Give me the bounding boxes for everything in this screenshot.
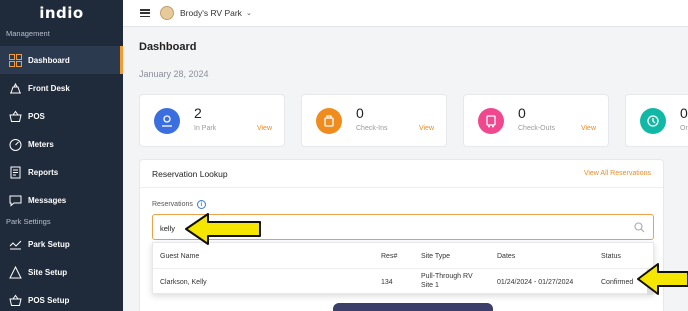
chevron-down-icon[interactable]: ⌄ <box>246 9 252 17</box>
annotation-arrow-left <box>185 213 261 245</box>
sidebar-item-label: Front Desk <box>28 83 70 93</box>
site-setup-icon <box>8 265 22 279</box>
dashboard-icon <box>8 53 22 67</box>
stat-card-check-outs: 0 Check-Outs View <box>463 94 609 147</box>
sidebar-item-label: Site Setup <box>28 267 68 277</box>
in-park-icon <box>154 108 180 134</box>
sidebar-item-label: POS <box>28 111 45 121</box>
result-row[interactable]: Clarkson, Kelly 134 Pull-Through RV Site… <box>153 269 653 295</box>
meter-icon <box>8 137 22 151</box>
sidebar-item-park-setup[interactable]: Park Setup <box>0 230 123 258</box>
dates-cell: 01/24/2024 - 01/27/2024 <box>497 278 574 286</box>
sidebar-item-label: Park Setup <box>28 239 70 249</box>
on-site-icon <box>640 108 666 134</box>
reports-icon <box>8 165 22 179</box>
sidebar-item-label: Messages <box>28 195 67 205</box>
front-desk-icon <box>8 81 22 95</box>
column-header-res-number: Res# <box>381 252 398 260</box>
res-number-cell: 134 <box>381 278 393 286</box>
stat-view-link[interactable]: View <box>581 125 596 132</box>
page-title: Dashboard <box>139 41 197 53</box>
stat-label: In Park <box>194 125 217 132</box>
column-header-site-type: Site Type <box>421 252 451 260</box>
stat-value: 0 <box>680 105 688 121</box>
search-icon[interactable] <box>634 222 645 233</box>
stat-card-in-park: 2 In Park View <box>139 94 285 147</box>
view-all-reservations-link[interactable]: View All Reservations <box>584 170 651 177</box>
logo-text: indio <box>39 4 84 22</box>
sidebar-item-front-desk[interactable]: Front Desk <box>0 74 123 102</box>
annotation-arrow-right <box>637 263 688 295</box>
stat-label: Check-Ins <box>356 125 388 132</box>
site-type-cell: Pull-Through RV Site 1 <box>421 269 473 295</box>
section-management-label: Management <box>6 29 50 38</box>
sidebar-item-reports[interactable]: Reports <box>0 158 123 186</box>
hamburger-menu-icon[interactable] <box>140 9 150 17</box>
sidebar-item-pos[interactable]: POS <box>0 102 123 130</box>
park-selector[interactable]: Brody's RV Park <box>180 8 242 18</box>
park-avatar <box>160 6 174 20</box>
sidebar-item-meters[interactable]: Meters <box>0 130 123 158</box>
sidebar-item-label: Reports <box>28 167 59 177</box>
check-out-icon <box>478 108 504 134</box>
stat-card-on-site: 0 Or <box>625 94 688 147</box>
pos-setup-icon <box>8 293 22 307</box>
sidebar-item-label: Dashboard <box>28 55 70 65</box>
current-date: January 28, 2024 <box>139 69 209 79</box>
sidebar: indio Management Dashboard Front Desk PO… <box>0 0 123 311</box>
sidebar-item-label: POS Setup <box>28 295 70 305</box>
card-header: Reservation Lookup View All Reservations <box>140 160 663 188</box>
basket-icon <box>8 109 22 123</box>
sidebar-item-site-setup[interactable]: Site Setup <box>0 258 123 286</box>
column-header-dates: Dates <box>497 252 516 260</box>
main-content: Dashboard January 28, 2024 2 In Park Vie… <box>123 27 688 311</box>
sidebar-item-pos-setup[interactable]: POS Setup <box>0 286 123 311</box>
park-setup-icon <box>8 237 22 251</box>
stat-value: 2 <box>194 105 202 121</box>
section-park-settings-label: Park Settings <box>6 217 51 226</box>
sidebar-item-dashboard[interactable]: Dashboard <box>0 46 123 74</box>
sidebar-item-label: Meters <box>28 139 54 149</box>
sidebar-item-messages[interactable]: Messages <box>0 186 123 214</box>
card-title: Reservation Lookup <box>152 168 228 179</box>
status-cell: Confirmed <box>601 278 634 286</box>
stat-label: Check-Outs <box>518 125 555 132</box>
stat-card-check-ins: 0 Check-Ins View <box>301 94 447 147</box>
message-icon <box>8 193 22 207</box>
site-type-line: Pull-Through RV <box>421 273 473 281</box>
column-header-guest-name: Guest Name <box>160 252 200 260</box>
stat-label: Or <box>680 125 688 132</box>
reservations-label: Reservations i <box>152 200 206 209</box>
stat-view-link[interactable]: View <box>419 125 434 132</box>
column-header-status: Status <box>601 252 621 260</box>
stat-value: 0 <box>518 105 526 121</box>
stat-view-link[interactable]: View <box>257 125 272 132</box>
site-name-line: Site 1 <box>421 282 439 289</box>
stat-value: 0 <box>356 105 364 121</box>
info-icon[interactable]: i <box>196 200 206 209</box>
top-bar: Brody's RV Park ⌄ <box>123 0 688 27</box>
field-label: Reservations <box>152 201 193 208</box>
guest-name-cell: Clarkson, Kelly <box>160 278 207 286</box>
check-in-icon <box>316 108 342 134</box>
app-logo[interactable]: indio <box>0 0 123 26</box>
decorative-illustration <box>333 303 493 311</box>
search-results-dropdown: Guest Name Res# Site Type Dates Status C… <box>152 242 654 295</box>
results-header-row: Guest Name Res# Site Type Dates Status <box>153 243 653 269</box>
